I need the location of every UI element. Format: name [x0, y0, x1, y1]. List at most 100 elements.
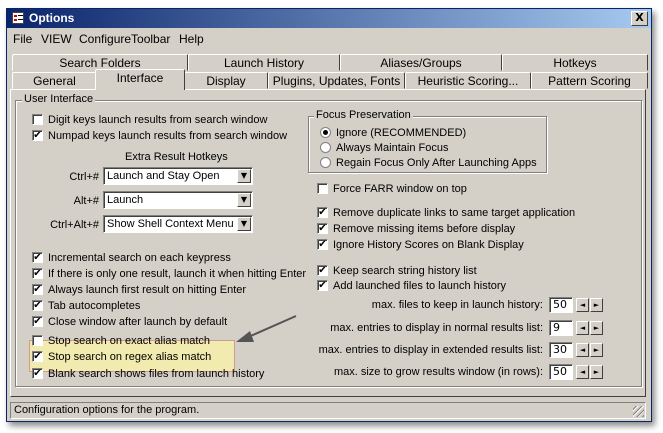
radio-label: Regain Focus Only After Launching Apps	[336, 156, 537, 169]
checkbox-label: Stop search on regex alias match	[48, 350, 212, 363]
radio-label: Ignore (RECOMMENDED)	[336, 126, 467, 139]
increment-icon[interactable]: ►	[590, 365, 603, 379]
max-files-history-input[interactable]: 50	[549, 297, 573, 313]
checkbox-remove-missing[interactable]: ✔ Remove missing items before display	[317, 221, 515, 236]
close-button[interactable]: X	[631, 11, 648, 26]
checkbox-label: Remove duplicate links to same target ap…	[333, 206, 576, 219]
menu-file[interactable]: File	[13, 32, 32, 46]
checkbox[interactable]	[32, 335, 43, 346]
checkbox[interactable]: ✔	[317, 265, 328, 276]
max-extended-results-input[interactable]: 30	[549, 342, 573, 358]
tab-aliases-groups[interactable]: Aliases/Groups	[340, 54, 502, 71]
checkbox[interactable]: ✔	[317, 280, 328, 291]
checkbox-label: Digit keys launch results from search wi…	[48, 113, 268, 126]
radio-button[interactable]	[320, 142, 331, 153]
checkbox-numpad-keys[interactable]: ✔ Numpad keys launch results from search …	[32, 128, 287, 143]
dropdown-value: Show Shell Context Menu	[107, 218, 234, 230]
checkbox[interactable]: ✔	[32, 252, 43, 263]
radio-always-maintain-focus[interactable]: Always Maintain Focus	[320, 140, 449, 155]
checkbox[interactable]: ✔	[32, 130, 43, 141]
radio-label: Always Maintain Focus	[336, 141, 449, 154]
menu-help[interactable]: Help	[179, 32, 204, 46]
checkbox-stop-regex-alias[interactable]: ✔ Stop search on regex alias match	[32, 349, 211, 364]
chevron-down-icon[interactable]: ▼	[237, 193, 251, 207]
tab-display[interactable]: Display	[184, 72, 268, 89]
checkbox[interactable]: ✔	[32, 351, 43, 362]
radio-regain-focus[interactable]: Regain Focus Only After Launching Apps	[320, 155, 537, 170]
checkbox-keep-search-history[interactable]: ✔ Keep search string history list	[317, 263, 477, 278]
increment-icon[interactable]: ►	[590, 343, 603, 357]
checkbox-tab-autocompletes[interactable]: ✔ Tab autocompletes	[32, 298, 140, 313]
tab-heuristic-scoring[interactable]: Heuristic Scoring...	[405, 72, 531, 89]
checkbox[interactable]: ✔	[32, 284, 43, 295]
checkbox-label: Tab autocompletes	[48, 299, 141, 312]
resize-grip-icon[interactable]	[633, 406, 644, 417]
checkbox[interactable]: ✔	[32, 316, 43, 327]
checkbox[interactable]: ✔	[32, 300, 43, 311]
increment-icon[interactable]: ►	[590, 298, 603, 312]
checkbox[interactable]: ✔	[32, 268, 43, 279]
alt-hotkey-dropdown[interactable]: Launch ▼	[103, 191, 253, 209]
max-files-history-label: max. files to keep in launch history:	[371, 299, 543, 311]
checkbox[interactable]	[32, 114, 43, 125]
checkbox[interactable]: ✔	[317, 207, 328, 218]
checkbox-blank-search-history[interactable]: ✔ Blank search shows files from launch hi…	[32, 366, 264, 381]
checkbox-one-result-launch[interactable]: ✔ If there is only one result, launch it …	[32, 266, 306, 281]
checkbox-label: Numpad keys launch results from search w…	[48, 129, 288, 142]
ctrl-hotkey-dropdown[interactable]: Launch and Stay Open ▼	[103, 167, 253, 185]
tab-plugins-updates-fonts[interactable]: Plugins, Updates, Fonts	[268, 72, 405, 89]
checkbox[interactable]: ✔	[317, 223, 328, 234]
decrement-icon[interactable]: ◄	[576, 365, 589, 379]
tab-general[interactable]: General	[12, 72, 97, 89]
status-bar: Configuration options for the program.	[10, 402, 646, 419]
dropdown-value: Launch	[107, 194, 144, 206]
checkbox-label: Incremental search on each keypress	[48, 251, 231, 264]
checkbox-ignore-history-scores[interactable]: ✔ Ignore History Scores on Blank Display	[317, 237, 524, 252]
menu-view[interactable]: VIEW	[41, 32, 72, 46]
max-window-rows-input[interactable]: 50	[549, 364, 573, 380]
max-normal-results-label: max. entries to display in normal result…	[330, 322, 543, 334]
decrement-icon[interactable]: ◄	[576, 321, 589, 335]
title-bar[interactable]: Options X	[7, 9, 651, 28]
checkbox-label: Stop search on exact alias match	[48, 334, 211, 347]
checkbox-stop-exact-alias[interactable]: Stop search on exact alias match	[32, 333, 210, 348]
tab-hotkeys[interactable]: Hotkeys	[502, 54, 648, 71]
chevron-down-icon[interactable]: ▼	[237, 217, 251, 231]
checkbox-label: Add launched files to launch history	[333, 279, 507, 292]
checkbox[interactable]	[317, 183, 328, 194]
tab-pattern-scoring[interactable]: Pattern Scoring	[531, 72, 648, 89]
hotkey-ctrl-label: Ctrl+#	[69, 171, 99, 183]
chevron-down-icon[interactable]: ▼	[237, 169, 251, 183]
max-window-rows-label: max. size to grow results window (in row…	[333, 366, 543, 378]
checkbox-close-after-launch[interactable]: ✔ Close window after launch by default	[32, 314, 227, 329]
checkbox-remove-duplicates[interactable]: ✔ Remove duplicate links to same target a…	[317, 205, 575, 220]
checkbox-label: Force FARR window on top	[333, 182, 467, 195]
options-app-icon	[12, 12, 24, 24]
radio-button[interactable]	[320, 157, 331, 168]
checkbox[interactable]: ✔	[317, 239, 328, 250]
checkbox-digit-keys[interactable]: Digit keys launch results from search wi…	[32, 112, 267, 127]
increment-icon[interactable]: ►	[590, 321, 603, 335]
checkbox-add-launched-files[interactable]: ✔ Add launched files to launch history	[317, 278, 506, 293]
checkbox-incremental-search[interactable]: ✔ Incremental search on each keypress	[32, 250, 231, 265]
ctrl-alt-hotkey-dropdown[interactable]: Show Shell Context Menu ▼	[103, 215, 253, 233]
tab-launch-history[interactable]: Launch History	[188, 54, 340, 71]
decrement-icon[interactable]: ◄	[576, 298, 589, 312]
max-extended-results-label: max. entries to display in extended resu…	[318, 344, 543, 356]
checkbox-label: Remove missing items before display	[333, 222, 516, 235]
checkbox-label: Always launch first result on hitting En…	[48, 283, 247, 296]
max-normal-results-input[interactable]: 9	[549, 320, 573, 336]
checkbox-label: Ignore History Scores on Blank Display	[333, 238, 524, 251]
decrement-icon[interactable]: ◄	[576, 343, 589, 357]
checkbox-force-on-top[interactable]: Force FARR window on top	[317, 181, 467, 196]
checkbox-label: If there is only one result, launch it w…	[48, 267, 307, 280]
extra-hotkeys-heading: Extra Result Hotkeys	[125, 151, 228, 163]
radio-button[interactable]	[320, 127, 331, 138]
checkbox-label: Blank search shows files from launch his…	[48, 367, 265, 380]
checkbox[interactable]: ✔	[32, 368, 43, 379]
checkbox-launch-first-result[interactable]: ✔ Always launch first result on hitting E…	[32, 282, 246, 297]
radio-ignore[interactable]: Ignore (RECOMMENDED)	[320, 125, 466, 140]
menu-configure-toolbar[interactable]: ConfigureToolbar	[79, 32, 170, 46]
hotkey-alt-label: Alt+#	[73, 195, 99, 207]
tab-interface[interactable]: Interface	[95, 69, 185, 90]
